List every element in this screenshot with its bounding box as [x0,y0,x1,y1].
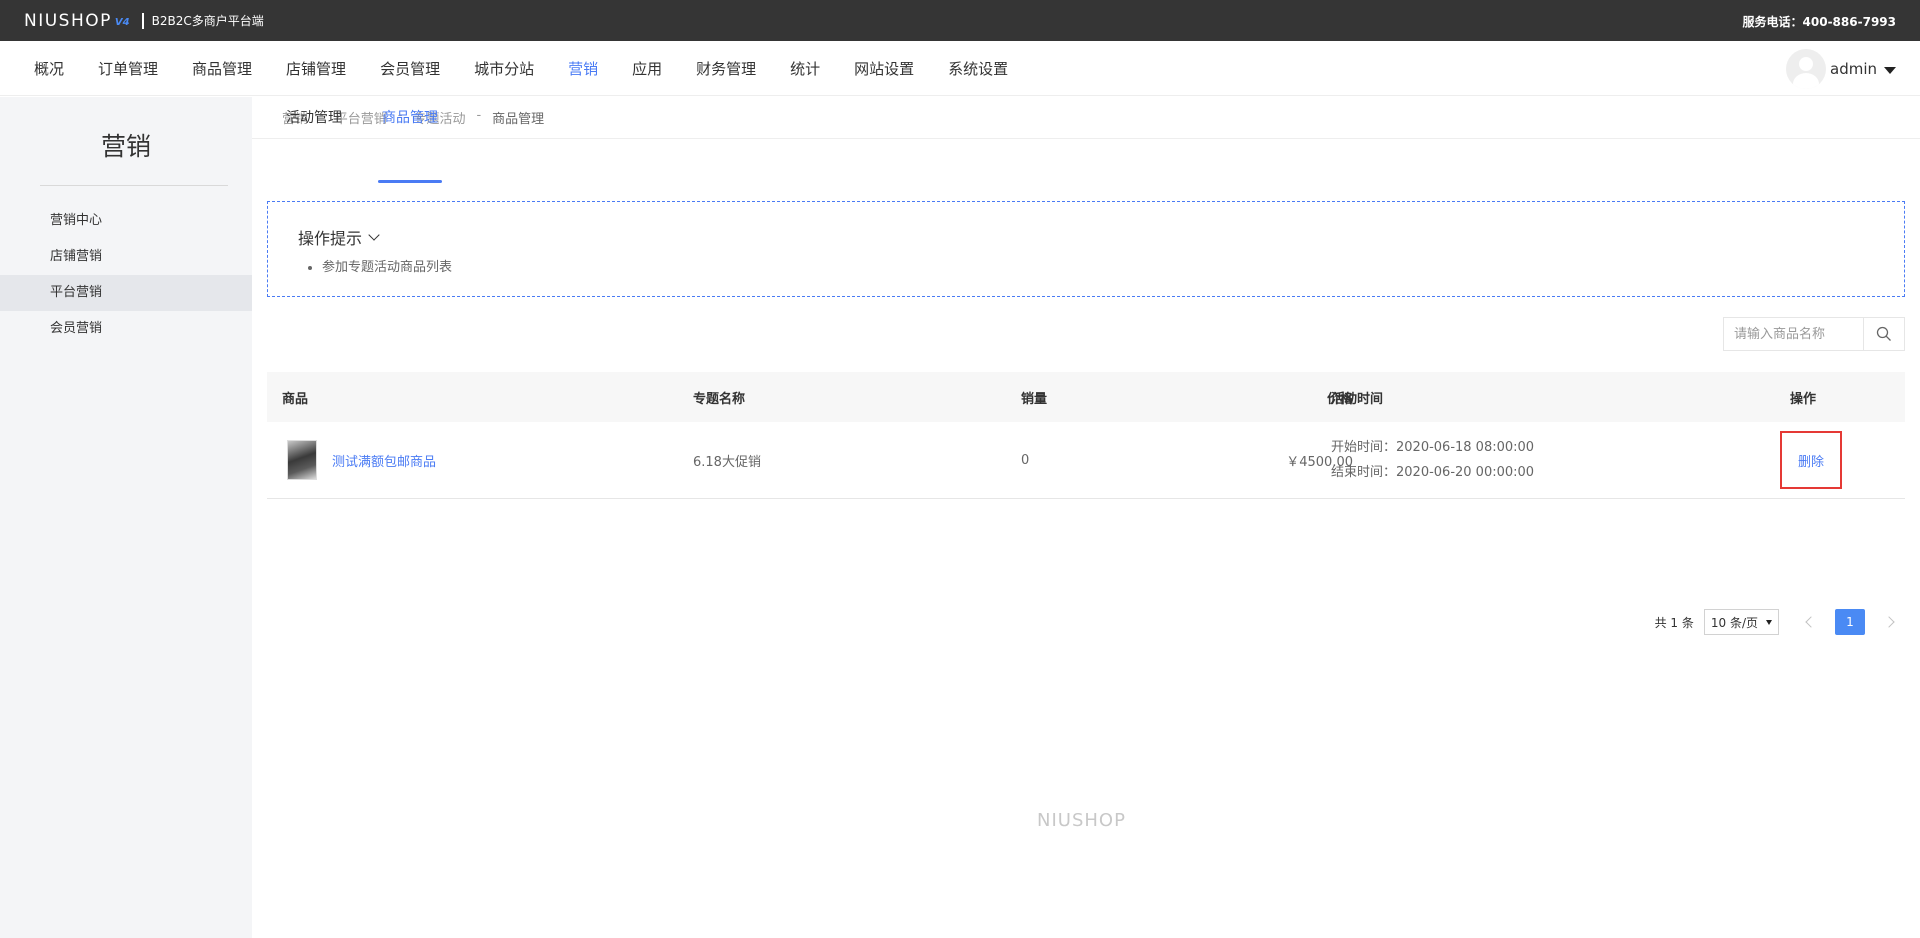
operation-highlight: 删除 [1780,431,1842,489]
goods-cell: 测试满额包邮商品 [287,440,436,480]
tab-activity-management[interactable]: 活动管理 [286,107,342,127]
sidebar-item-member-marketing[interactable]: 会员营销 [0,311,252,347]
next-page-icon[interactable] [1883,616,1895,628]
dropdown-arrow-icon [1766,619,1772,625]
top-bar: NIUSHOP V4 B2B2C多商户平台端 服务电话：400-886-7993 [0,0,1920,41]
header-operation: 操作 [1790,391,1817,407]
nav-item-shops[interactable]: 店铺管理 [286,58,346,79]
caret-down-icon [1884,66,1896,74]
nav-item-city-sites[interactable]: 城市分站 [474,58,534,79]
breadcrumb-separator: - [476,108,482,123]
breadcrumb-current: 商品管理 [492,112,545,127]
nav-item-statistics[interactable]: 统计 [790,58,820,79]
tab-goods-management[interactable]: 商品管理 [382,107,438,127]
delete-link[interactable]: 删除 [1798,451,1824,470]
user-name: admin [1830,60,1877,78]
sidebar-item-platform-marketing[interactable]: 平台营销 [0,275,252,311]
header-topic: 专题名称 [693,391,746,407]
sidebar-item-marketing-center[interactable]: 营销中心 [0,203,252,239]
nav-item-apps[interactable]: 应用 [632,58,662,79]
goods-table: 商品 专题名称 销量 价格 活动时间 操作 测试满额包邮商品 6.18大促销 0… [267,372,1905,499]
nav-item-orders[interactable]: 订单管理 [98,58,158,79]
goods-thumbnail[interactable] [287,440,317,480]
avatar [1786,49,1826,89]
operation-tips: 操作提示 参加专题活动商品列表 [267,201,1905,297]
sidebar-item-shop-marketing[interactable]: 店铺营销 [0,239,252,275]
nav-list: 概况 订单管理 商品管理 店铺管理 会员管理 城市分站 营销 应用 财务管理 统… [34,58,1042,79]
brand-version: V4 [114,17,130,28]
page-size-select[interactable]: 10 条/页 [1703,609,1779,635]
nav-item-site-settings[interactable]: 网站设置 [854,58,914,79]
table-header: 商品 专题名称 销量 价格 活动时间 操作 [267,372,1905,422]
sales-count: 0 [1021,452,1030,468]
brand-subtitle: B2B2C多商户平台端 [151,14,264,28]
topic-name: 6.18大促销 [693,454,761,470]
nav-item-finance[interactable]: 财务管理 [696,58,756,79]
user-menu[interactable]: admin [1786,49,1896,89]
sidebar-title: 营销 [100,132,151,161]
nav-item-goods[interactable]: 商品管理 [192,58,252,79]
brand-divider [141,12,144,29]
nav-item-marketing[interactable]: 营销 [568,58,598,79]
main-nav: 概况 订单管理 商品管理 店铺管理 会员管理 城市分站 营销 应用 财务管理 统… [0,41,1920,96]
breadcrumb-divider [252,138,1920,139]
start-time: 开始时间：2020-06-18 08:00:00 [1331,440,1535,455]
search-input[interactable] [1724,318,1864,350]
tips-list: 参加专题活动商品列表 [308,256,452,275]
nav-item-system-settings[interactable]: 系统设置 [948,58,1008,79]
pagination: 共 1 条 10 条/页 1 [1655,609,1905,635]
search-icon [1876,326,1891,341]
tab-active-indicator [378,180,442,183]
sidebar-menu: 营销中心 店铺营销 平台营销 会员营销 [0,203,252,347]
table-row: 测试满额包邮商品 6.18大促销 0 ￥4500.00 开始时间：2020-06… [267,422,1905,499]
tips-toggle[interactable]: 操作提示 [298,225,380,249]
brand[interactable]: NIUSHOP V4 B2B2C多商户平台端 [24,11,264,31]
pagination-total: 共 1 条 [1654,615,1694,630]
tips-title: 操作提示 [298,229,363,248]
breadcrumb-item[interactable]: 平台营销 [335,108,387,127]
page-current[interactable]: 1 [1835,609,1865,635]
end-time: 结束时间：2020-06-20 00:00:00 [1331,465,1535,480]
header-time: 活动时间 [1331,391,1384,407]
footer-logo: NIUSHOP [1037,810,1126,831]
tips-item: 参加专题活动商品列表 [322,256,452,275]
goods-name-link[interactable]: 测试满额包邮商品 [332,451,436,470]
sidebar-divider [40,185,228,186]
brand-logo: NIUSHOP [24,10,112,31]
header-sales: 销量 [1021,391,1048,407]
activity-time: 开始时间：2020-06-18 08:00:00 结束时间：2020-06-20… [1331,435,1534,485]
header-goods: 商品 [282,391,309,407]
nav-item-members[interactable]: 会员管理 [380,58,440,79]
chevron-down-icon [368,229,380,241]
nav-item-overview[interactable]: 概况 [34,58,64,79]
search-box [1723,317,1905,351]
page-size-value: 10 条/页 [1710,615,1758,630]
search-button[interactable] [1864,318,1904,350]
sidebar: 营销 营销中心 店铺营销 平台营销 会员营销 [0,97,252,938]
service-hotline: 服务电话：400-886-7993 [1742,15,1896,29]
main-content: 营销 - 平台营销 - 专题活动 - 商品管理 活动管理 商品管理 操作提示 参… [252,97,1920,938]
prev-page-icon[interactable] [1805,616,1817,628]
